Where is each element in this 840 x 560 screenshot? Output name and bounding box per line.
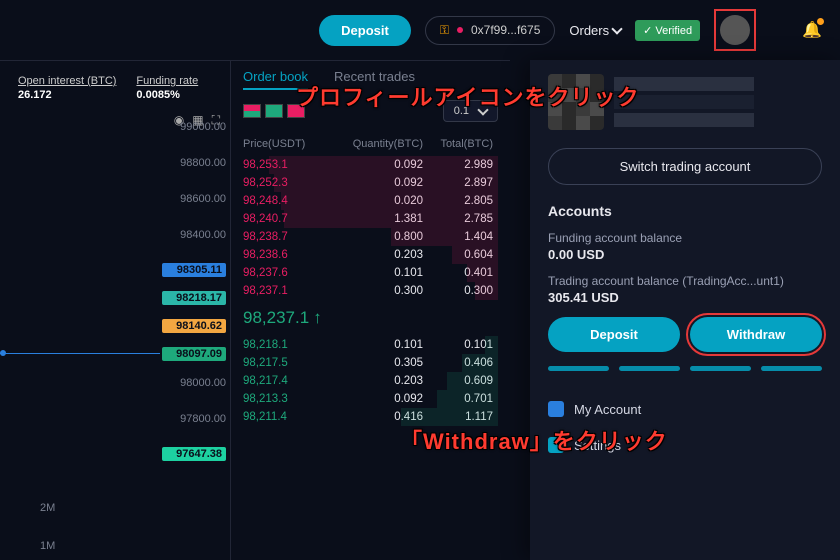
account-icon [548, 401, 564, 417]
profile-button-highlight [714, 9, 756, 51]
orderbook-row[interactable]: 98,217.50.3050.406 [243, 354, 498, 372]
status-dot-icon [457, 27, 463, 33]
orderbook-row[interactable]: 98,213.30.0920.701 [243, 390, 498, 408]
notifications-bell-icon[interactable]: 🔔 [802, 20, 822, 40]
verified-badge: ✓ Verified [635, 20, 700, 41]
panel-withdraw-button[interactable]: Withdraw [690, 317, 822, 352]
trading-balance-label: Trading account balance (TradingAcc...un… [548, 274, 822, 288]
y-tick: 98400.00 [162, 229, 226, 247]
key-icon: ⚿ [440, 23, 449, 38]
price-tag-last: 97647.38 [162, 447, 226, 461]
funding-balance-label: Funding account balance [548, 231, 822, 245]
trading-balance-value: 305.41 USD [548, 290, 822, 305]
wallet-address-pill[interactable]: ⚿ 0x7f99...f675 [425, 16, 556, 45]
orderbook-row[interactable]: 98,238.70.8001.404 [243, 228, 498, 246]
annotation-withdraw: 「Withdraw」をクリック [400, 424, 668, 456]
chart-column: Open interest (BTC) 26.172 Funding rate … [0, 60, 230, 560]
col-total: Total(BTC) [423, 138, 493, 150]
time-tick: 2M [40, 502, 55, 514]
price-line [0, 353, 160, 354]
orderbook-row[interactable]: 98,248.40.0202.805 [243, 192, 498, 210]
orderbook-row[interactable]: 98,238.60.2030.604 [243, 246, 498, 264]
y-tick: 98800.00 [162, 157, 226, 175]
col-price: Price(USDT) [243, 138, 325, 150]
orders-label: Orders [569, 23, 609, 38]
orderbook-row[interactable]: 98,218.10.1010.101 [243, 336, 498, 354]
orderbook-row[interactable]: 98,252.30.0922.897 [243, 174, 498, 192]
orderbook-row[interactable]: 98,217.40.2030.609 [243, 372, 498, 390]
y-tick: 99000.00 [162, 121, 226, 139]
orderbook-panel: Order book Recent trades 0.1 Price(USDT)… [230, 60, 510, 560]
price-tag: 98305.11 [162, 263, 226, 277]
open-interest-value: 26.172 [18, 89, 116, 101]
open-interest-label: Open interest (BTC) [18, 75, 116, 87]
orderbook-row[interactable]: 98,240.71.3812.785 [243, 210, 498, 228]
profile-side-panel: Switch trading account Accounts Funding … [530, 60, 840, 560]
y-tick: 97800.00 [162, 413, 226, 431]
price-tag: 98097.09 [162, 347, 226, 361]
orders-dropdown[interactable]: Orders [569, 23, 621, 38]
price-tag: 98140.62 [162, 319, 226, 333]
orderbook-row[interactable]: 98,253.10.0922.989 [243, 156, 498, 174]
orderbook-row[interactable]: 98,237.60.1010.401 [243, 264, 498, 282]
view-buys-icon[interactable] [265, 104, 283, 118]
view-both-icon[interactable] [243, 104, 261, 118]
time-tick: 1M [40, 540, 55, 552]
accounts-heading: Accounts [548, 203, 822, 219]
orderbook-row[interactable]: 98,237.10.3000.300 [243, 282, 498, 300]
annotation-profile: プロフィールアイコンをクリック [296, 80, 639, 112]
panel-deposit-button[interactable]: Deposit [548, 317, 680, 352]
mid-price: 98,237.1 [243, 300, 498, 336]
market-stats: Open interest (BTC) 26.172 Funding rate … [10, 69, 230, 113]
funding-rate-value: 0.0085% [136, 89, 198, 101]
switch-account-button[interactable]: Switch trading account [548, 148, 822, 185]
menu-label: My Account [574, 402, 641, 417]
price-tag: 98218.17 [162, 291, 226, 305]
wallet-address-text: 0x7f99...f675 [471, 23, 540, 37]
menu-my-account[interactable]: My Account [548, 391, 822, 427]
funding-balance-value: 0.00 USD [548, 247, 822, 262]
col-qty: Quantity(BTC) [325, 138, 423, 150]
top-header: Deposit ⚿ 0x7f99...f675 Orders ✓ Verifie… [0, 0, 840, 60]
y-tick: 98000.00 [162, 377, 226, 395]
header-deposit-button[interactable]: Deposit [319, 15, 411, 46]
y-tick: 98600.00 [162, 193, 226, 211]
funding-rate-label: Funding rate [136, 75, 198, 87]
chevron-down-icon [611, 23, 622, 34]
profile-avatar[interactable] [720, 15, 750, 45]
progress-segments [548, 366, 822, 371]
